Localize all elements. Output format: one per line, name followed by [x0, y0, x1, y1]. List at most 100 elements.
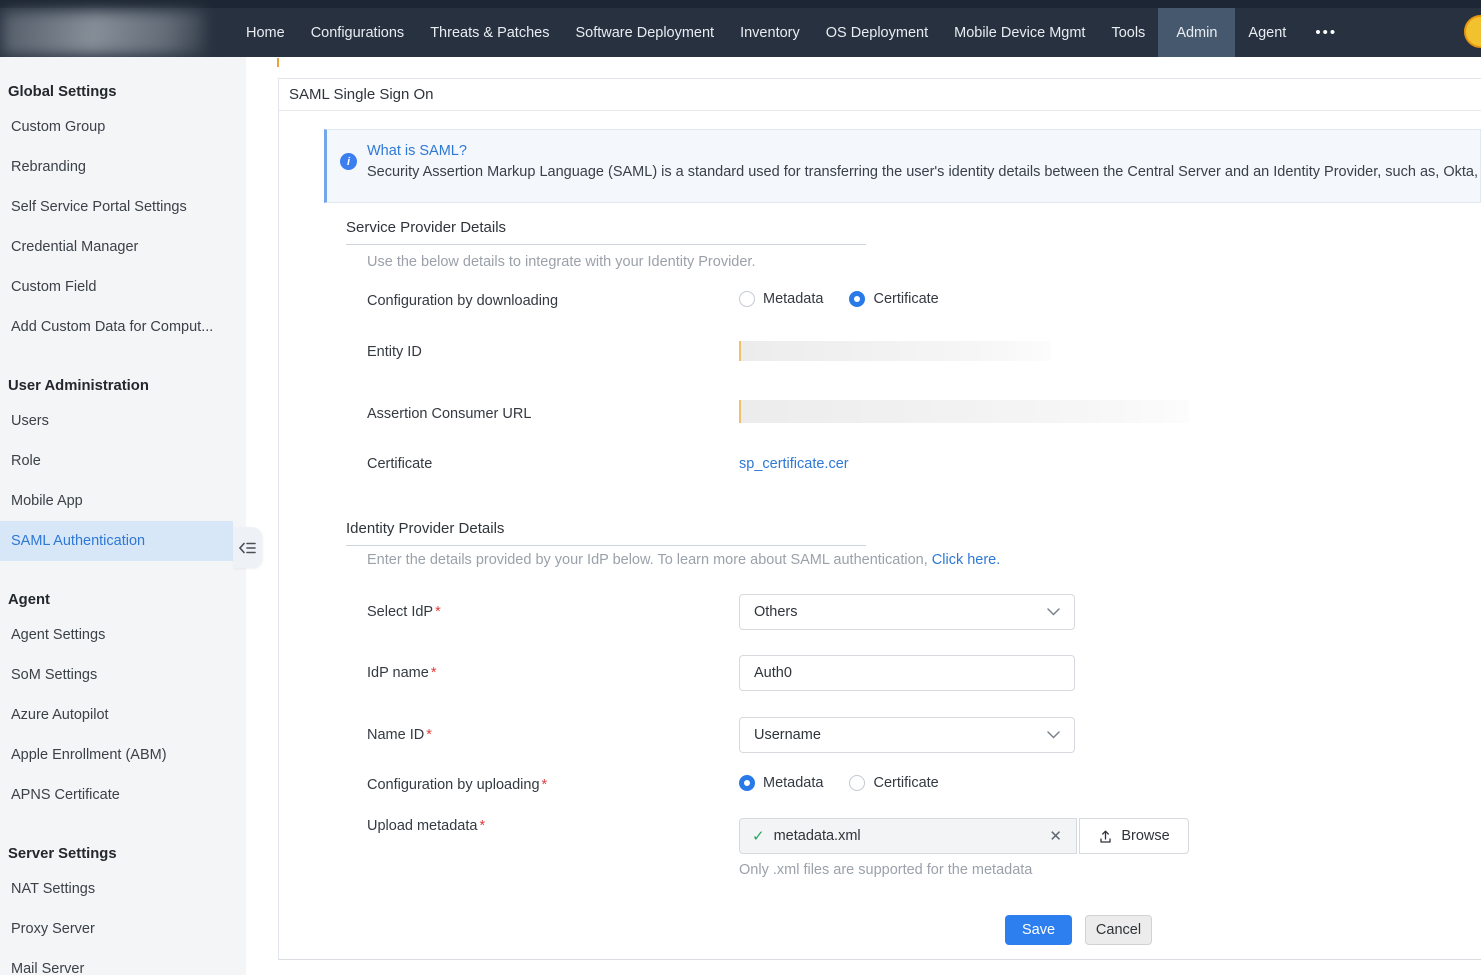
- nav-tab-mobile-device-mgmt[interactable]: Mobile Device Mgmt: [941, 8, 1098, 57]
- sidebar-collapse-toggle[interactable]: [233, 527, 262, 568]
- sidebar-section-agent: Agent: [0, 585, 246, 615]
- sp-details-heading: Service Provider Details: [346, 219, 866, 245]
- page-title: SAML Single Sign On: [279, 79, 1481, 111]
- radio-selected-icon[interactable]: [849, 291, 865, 307]
- name-id-label: Name ID*: [367, 727, 432, 743]
- upload-hint-text: Only .xml files are supported for the me…: [739, 862, 1032, 878]
- nav-tab-configurations[interactable]: Configurations: [298, 8, 418, 57]
- idp-name-input[interactable]: [739, 655, 1075, 691]
- chevron-down-icon: [1047, 608, 1060, 616]
- radio-label: Metadata: [763, 775, 823, 791]
- select-idp-label: Select IdP*: [367, 604, 441, 620]
- panel-accent-tick: [277, 58, 279, 67]
- sidebar-section-global-settings: Global Settings: [0, 77, 246, 107]
- click-here-link[interactable]: Click here.: [932, 552, 1001, 568]
- browse-button[interactable]: Browse: [1079, 818, 1189, 854]
- saml-info-banner: i What is SAML? Security Assertion Marku…: [324, 129, 1481, 203]
- sidebar-item-users[interactable]: Users: [0, 401, 246, 441]
- config-upload-label: Configuration by uploading*: [367, 777, 547, 793]
- label-text: Configuration by uploading: [367, 777, 540, 793]
- radio-label: Certificate: [873, 775, 938, 791]
- sidebar-item-custom-group[interactable]: Custom Group: [0, 107, 246, 147]
- upload-certificate-radio[interactable]: Certificate: [849, 775, 938, 791]
- radio-unselected-icon[interactable]: [739, 291, 755, 307]
- nav-tab-home[interactable]: Home: [233, 8, 298, 57]
- sidebar-item-rebranding[interactable]: Rebranding: [0, 147, 246, 187]
- sidebar-item-self-service-portal-settings[interactable]: Self Service Portal Settings: [0, 187, 246, 227]
- sidebar-item-add-custom-data[interactable]: Add Custom Data for Comput...: [0, 307, 246, 347]
- select-idp-value: Others: [754, 604, 798, 620]
- name-id-dropdown[interactable]: Username: [739, 717, 1075, 753]
- idp-subtitle-text: Enter the details provided by your IdP b…: [367, 552, 932, 568]
- user-avatar[interactable]: [1464, 15, 1481, 48]
- cancel-button[interactable]: Cancel: [1085, 915, 1152, 945]
- sidebar-item-agent-settings[interactable]: Agent Settings: [0, 615, 246, 655]
- acs-url-value-redacted: [739, 400, 1189, 423]
- sidebar-item-som-settings[interactable]: SoM Settings: [0, 655, 246, 695]
- idp-name-label: IdP name*: [367, 665, 436, 681]
- select-idp-dropdown[interactable]: Others: [739, 594, 1075, 630]
- label-text: IdP name: [367, 665, 429, 681]
- radio-unselected-icon[interactable]: [849, 775, 865, 791]
- radio-selected-icon[interactable]: [739, 775, 755, 791]
- acs-url-label: Assertion Consumer URL: [367, 406, 531, 422]
- radio-label: Certificate: [873, 291, 938, 307]
- sidebar-item-apns-certificate[interactable]: APNS Certificate: [0, 775, 246, 815]
- nav-tab-os-deployment[interactable]: OS Deployment: [813, 8, 941, 57]
- config-download-radio-group: Metadata Certificate: [739, 291, 939, 307]
- sidebar-item-nat-settings[interactable]: NAT Settings: [0, 869, 246, 909]
- nav-tab-threats-patches[interactable]: Threats & Patches: [417, 8, 562, 57]
- upload-metadata-label: Upload metadata*: [367, 818, 485, 834]
- upload-icon: [1098, 829, 1113, 844]
- nav-more-icon[interactable]: •••: [1299, 8, 1353, 57]
- label-text: Upload metadata: [367, 818, 477, 834]
- required-marker: *: [431, 665, 437, 681]
- sidebar-item-credential-manager[interactable]: Credential Manager: [0, 227, 246, 267]
- config-upload-radio-group: Metadata Certificate: [739, 775, 939, 791]
- admin-sidebar: Global Settings Custom Group Rebranding …: [0, 57, 246, 975]
- sidebar-item-mobile-app[interactable]: Mobile App: [0, 481, 246, 521]
- saml-sso-panel: SAML Single Sign On i What is SAML? Secu…: [278, 78, 1481, 960]
- idp-details-heading: Identity Provider Details: [346, 520, 866, 546]
- collapse-icon: [239, 541, 256, 555]
- upload-metadata-radio[interactable]: Metadata: [739, 775, 823, 791]
- sidebar-item-azure-autopilot[interactable]: Azure Autopilot: [0, 695, 246, 735]
- sidebar-section-user-administration: User Administration: [0, 371, 246, 401]
- save-button[interactable]: Save: [1005, 915, 1072, 945]
- radio-label: Metadata: [763, 291, 823, 307]
- sidebar-item-mail-server[interactable]: Mail Server: [0, 949, 246, 975]
- nav-tab-software-deployment[interactable]: Software Deployment: [562, 8, 727, 57]
- main-nav: Home Configurations Threats & Patches So…: [233, 8, 1353, 57]
- label-text: Select IdP: [367, 604, 433, 620]
- sidebar-item-role[interactable]: Role: [0, 441, 246, 481]
- sidebar-item-saml-authentication[interactable]: SAML Authentication: [0, 521, 233, 561]
- sidebar-item-custom-field[interactable]: Custom Field: [0, 267, 246, 307]
- nav-tab-tools[interactable]: Tools: [1098, 8, 1158, 57]
- required-marker: *: [542, 777, 548, 793]
- entity-id-label: Entity ID: [367, 344, 422, 360]
- top-navigation-bar: Home Configurations Threats & Patches So…: [0, 0, 1481, 57]
- sidebar-item-proxy-server[interactable]: Proxy Server: [0, 909, 246, 949]
- uploaded-file-name: metadata.xml: [774, 828, 1039, 844]
- required-marker: *: [435, 604, 441, 620]
- nav-tab-inventory[interactable]: Inventory: [727, 8, 813, 57]
- download-metadata-radio[interactable]: Metadata: [739, 291, 823, 307]
- required-marker: *: [426, 727, 432, 743]
- app-window: Home Configurations Threats & Patches So…: [0, 0, 1481, 975]
- sp-certificate-link[interactable]: sp_certificate.cer: [739, 456, 849, 472]
- info-icon: i: [340, 153, 357, 170]
- sidebar-item-apple-enrollment[interactable]: Apple Enrollment (ABM): [0, 735, 246, 775]
- nav-tab-agent[interactable]: Agent: [1235, 8, 1299, 57]
- uploaded-file-chip: ✓ metadata.xml ✕: [739, 818, 1077, 854]
- idp-details-subtitle: Enter the details provided by your IdP b…: [367, 552, 1000, 568]
- name-id-value: Username: [754, 727, 821, 743]
- browse-label: Browse: [1121, 828, 1169, 844]
- upload-metadata-field: ✓ metadata.xml ✕ Browse: [739, 818, 1189, 854]
- remove-file-icon[interactable]: ✕: [1047, 827, 1064, 845]
- top-strip: [0, 0, 1481, 8]
- chevron-down-icon: [1047, 731, 1060, 739]
- download-certificate-radio[interactable]: Certificate: [849, 291, 938, 307]
- banner-description: Security Assertion Markup Language (SAML…: [367, 164, 1481, 180]
- what-is-saml-link[interactable]: What is SAML?: [367, 143, 1481, 159]
- nav-tab-admin[interactable]: Admin: [1158, 8, 1235, 57]
